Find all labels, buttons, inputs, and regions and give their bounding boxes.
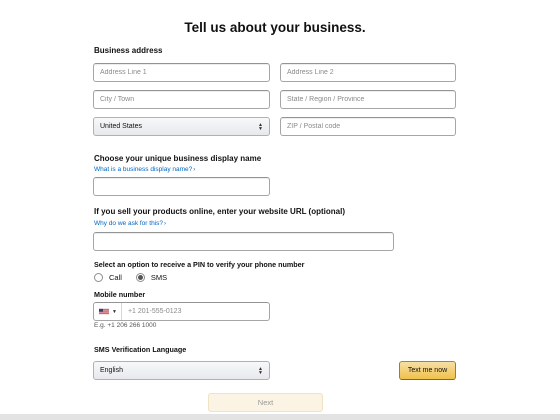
chevron-down-icon: ▼ [112,308,117,315]
us-flag-icon [99,308,109,315]
zip-input[interactable] [280,117,456,136]
page-title: Tell us about your business. [184,20,366,35]
pin-option-label: Select an option to receive a PIN to ver… [94,260,305,269]
next-button[interactable]: Next [208,393,323,412]
address-line2-input[interactable] [280,63,456,82]
pin-option-group: Call SMS [94,273,181,282]
display-name-input[interactable] [93,177,270,196]
display-name-help-text: What is a business display name? [94,166,193,173]
website-label: If you sell your products online, enter … [94,207,345,216]
business-info-form: Tell us about your business. Business ad… [0,0,560,420]
address-line1-input[interactable] [93,63,270,82]
select-arrows-icon: ▲ ▼ [258,365,263,376]
country-code-dropdown[interactable]: ▼ [94,303,122,320]
sms-radio-label[interactable]: SMS [151,273,167,282]
select-arrows-icon: ▲ ▼ [258,121,263,132]
call-radio-label[interactable]: Call [109,273,122,282]
country-select-value: United States [100,123,143,130]
country-select[interactable]: United States ▲ ▼ [93,117,270,136]
sms-language-label: SMS Verification Language [94,345,187,354]
chevron-right-icon: › [164,221,166,227]
business-address-label: Business address [94,46,163,55]
text-me-now-button[interactable]: Text me now [399,361,456,380]
mobile-number-input[interactable] [121,303,269,320]
bottom-divider [0,414,560,420]
website-url-input[interactable] [93,232,394,251]
mobile-number-example: E.g. +1 206 266 1000 [94,322,157,329]
city-input[interactable] [93,90,270,109]
mobile-number-field: ▼ [93,302,270,321]
sms-language-select[interactable]: English ▲ ▼ [93,361,270,380]
sms-language-select-value: English [100,367,123,374]
display-name-label: Choose your unique business display name [94,154,262,163]
website-help-link[interactable]: Why do we ask for this?› [94,220,166,227]
call-radio[interactable] [94,273,103,282]
sms-radio[interactable] [135,273,145,282]
chevron-right-icon: › [193,167,196,173]
website-help-text: Why do we ask for this? [94,220,163,227]
display-name-help-link[interactable]: What is a business display name?› [94,166,195,173]
mobile-number-label: Mobile number [94,290,146,299]
state-input[interactable] [280,90,456,109]
